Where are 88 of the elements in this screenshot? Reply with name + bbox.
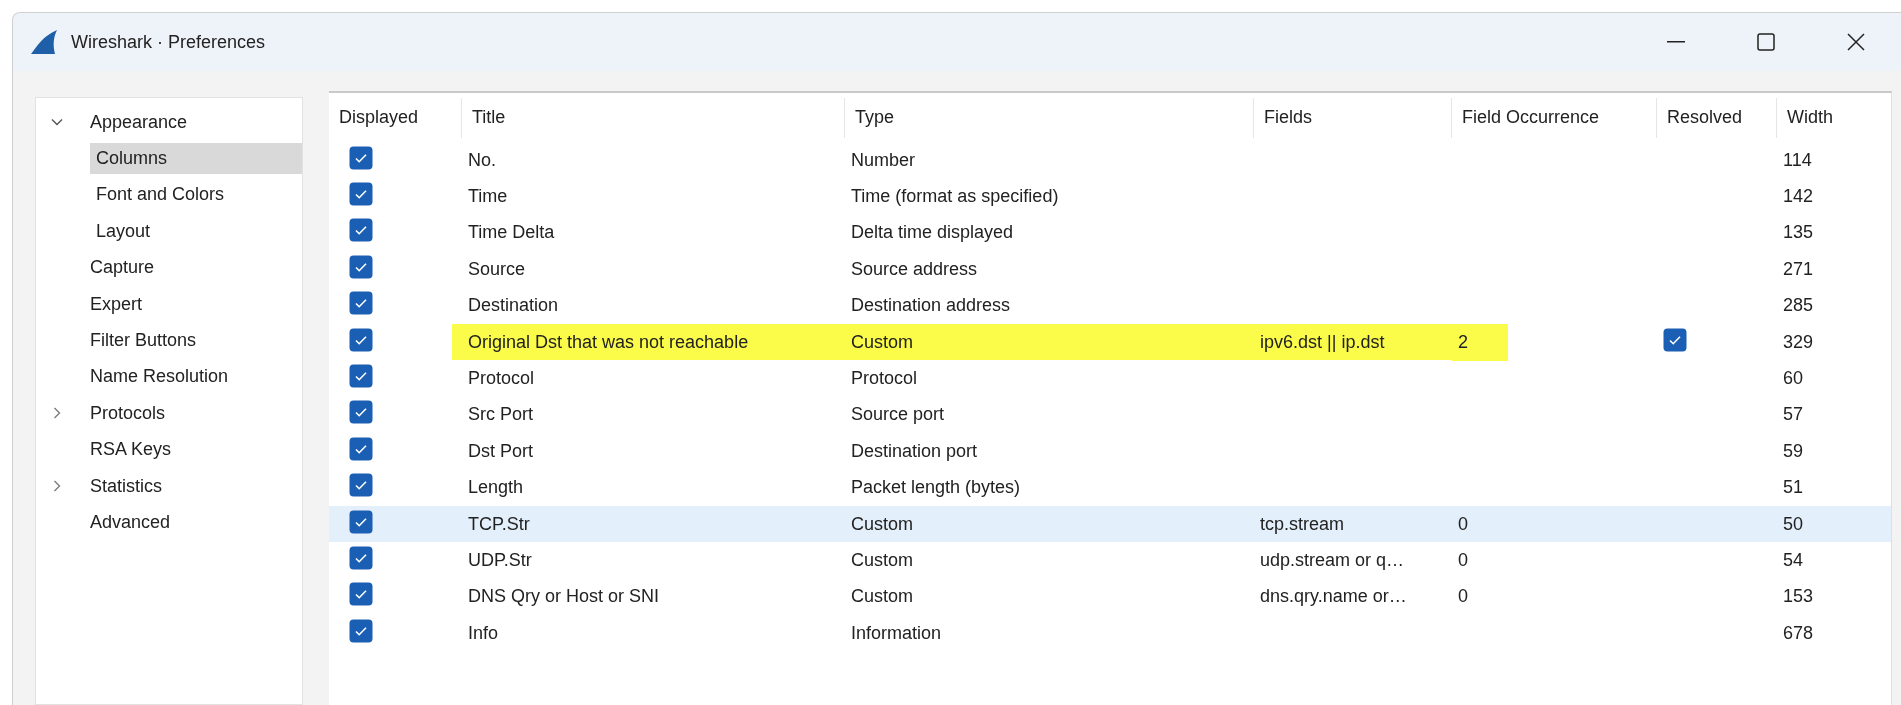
table-row[interactable]: DNS Qry or Host or SNI Custom dns.qry.name or… 0 153 <box>329 578 1891 616</box>
table-cell-text: 60 <box>1782 367 1805 391</box>
table-row[interactable]: Src Port Source port 57 <box>329 396 1891 434</box>
table-cell-text: Protocol <box>850 367 919 391</box>
shark-fin-icon <box>29 28 59 56</box>
table-row[interactable]: Destination Destination address 285 <box>329 287 1891 324</box>
table-cell-text: No. <box>467 148 497 172</box>
table-cell-text: Custom <box>850 585 914 609</box>
table-cell-text: 153 <box>1782 585 1815 609</box>
column-header[interactable]: Displayed <box>329 97 462 138</box>
table-row[interactable]: Dst Port Destination port 59 <box>329 433 1891 470</box>
table-cell-text: Source address <box>850 257 979 281</box>
table-cell-text: 50 <box>1782 512 1805 536</box>
table-cell-text: dns.qry.name or… <box>1259 585 1408 609</box>
table-cell-text: Custom <box>850 512 914 536</box>
table-cell-text: udp.stream or q… <box>1259 549 1406 572</box>
table-row[interactable]: Time Time (format as specified) 142 <box>329 178 1891 215</box>
tree-item[interactable]: Expert <box>84 288 302 320</box>
column-header[interactable]: Fields <box>1254 97 1452 138</box>
minimize-icon <box>1667 41 1685 43</box>
tree-item[interactable]: Columns <box>90 143 302 175</box>
column-header[interactable]: Width <box>1777 97 1891 138</box>
tree-item[interactable]: Advanced <box>84 507 302 538</box>
table-row[interactable]: No. Number 114 <box>329 142 1891 179</box>
table-cell-text: tcp.stream <box>1259 512 1346 536</box>
table-row[interactable]: Info Information 678 <box>329 615 1891 652</box>
table-cell-text: 59 <box>1782 439 1805 463</box>
table-cell-text: Time Delta <box>467 221 556 245</box>
column-header[interactable]: Field Occurrence <box>1452 97 1657 138</box>
tree-item[interactable]: Filter Buttons <box>84 325 302 357</box>
table-cell-text: Packet length (bytes) <box>850 476 1022 500</box>
tree-item[interactable]: Statistics <box>84 470 302 502</box>
table-cell-text: 271 <box>1782 257 1815 281</box>
table-cell-text: 57 <box>1782 403 1805 427</box>
table-cell-text: 114 <box>1782 148 1813 172</box>
table-row[interactable]: UDP.Str Custom udp.stream or q… 0 54 <box>329 542 1891 579</box>
table-cell-text: Number <box>850 148 917 172</box>
table-cell-text: Delta time displayed <box>850 221 1015 245</box>
maximize-icon <box>1757 33 1775 51</box>
table-cell: Custom <box>845 323 1254 361</box>
table-cell-text: TCP.Str <box>467 512 531 536</box>
table-cell-text: Destination address <box>850 294 1012 318</box>
column-header[interactable]: Type <box>845 97 1254 138</box>
tree-item[interactable]: Layout <box>90 215 302 247</box>
table-cell-text: Information <box>850 621 943 645</box>
table-cell-text: Destination port <box>850 439 979 463</box>
table-cell-text: 51 <box>1782 476 1805 500</box>
table-cell-text: Length <box>467 476 525 500</box>
close-icon <box>1847 33 1865 51</box>
tree-item[interactable]: Font and Colors <box>90 179 302 211</box>
table-row[interactable]: Length Packet length (bytes) 51 <box>329 469 1891 506</box>
table-cell-text: Source <box>467 257 527 281</box>
table-cell-text: Destination <box>467 294 560 318</box>
table-cell-text: Info <box>467 621 500 645</box>
table-cell-text: UDP.Str <box>467 549 533 572</box>
tree-item[interactable]: Capture <box>84 252 302 284</box>
table-cell: Original Dst that was not reachable <box>452 323 845 361</box>
table-cell-text: Dst Port <box>467 439 534 463</box>
table-row[interactable]: Protocol Protocol 60 <box>329 360 1891 397</box>
table-cell-text: Src Port <box>467 403 534 427</box>
table-row[interactable]: TCP.Str Custom tcp.stream 0 50 <box>329 505 1891 543</box>
tree-item[interactable]: Name Resolution <box>84 361 302 393</box>
table-cell: ipv6.dst || ip.dst <box>1254 323 1452 361</box>
table-cell-text: 0 <box>1457 585 1469 609</box>
table-cell-text: 678 <box>1782 621 1815 645</box>
table-cell-text: DNS Qry or Host or SNI <box>467 585 661 609</box>
table-cell-text: 329 <box>1782 330 1815 354</box>
table-cell-text: 135 <box>1782 221 1815 245</box>
table-row[interactable]: Source Source address 271 <box>329 251 1891 288</box>
tree-item[interactable]: RSA Keys <box>84 434 302 466</box>
table-cell-text: Time <box>467 185 509 209</box>
table-row[interactable]: Time Delta Delta time displayed 135 <box>329 214 1891 252</box>
table-cell-text: 142 <box>1782 185 1815 209</box>
table-row[interactable]: Original Dst that was not reachable Custom ipv6.dst || ip.dst 2 329 <box>329 323 1891 361</box>
table-cell-text: Source port <box>850 403 946 427</box>
table-cell-text: Time (format as specified) <box>850 185 1060 209</box>
table-cell-text: 0 <box>1457 549 1469 572</box>
tree-item[interactable]: Protocols <box>84 397 302 429</box>
table-cell: 2 <box>1452 323 1508 361</box>
column-header[interactable]: Resolved <box>1657 97 1777 138</box>
table-cell-text: 54 <box>1782 549 1805 572</box>
window-title: Wireshark · Preferences <box>71 31 266 53</box>
column-header[interactable]: Title <box>462 97 845 138</box>
table-cell-text: 285 <box>1782 294 1815 318</box>
table-cell-text: Custom <box>850 549 914 572</box>
tree-item[interactable]: Appearance <box>84 106 302 138</box>
table-cell-text: Protocol <box>467 367 536 391</box>
table-cell-text: 0 <box>1457 512 1469 536</box>
